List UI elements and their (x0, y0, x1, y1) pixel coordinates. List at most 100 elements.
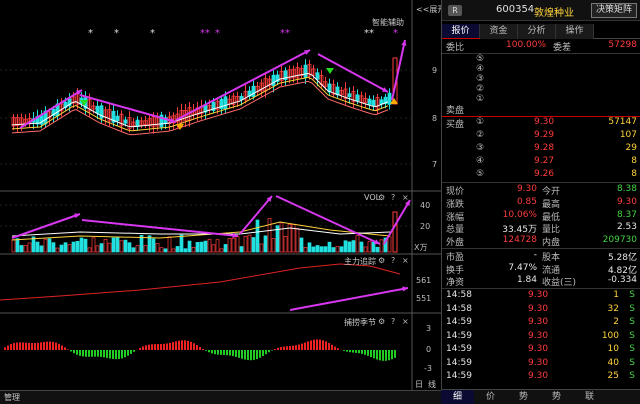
candle-body (123, 119, 128, 124)
stat-label: 最高 (542, 199, 561, 210)
buy-price: 9.26 (534, 169, 555, 179)
volume-bar (319, 246, 324, 253)
signal-star: * (150, 28, 155, 39)
close-icon[interactable]: × (402, 193, 409, 202)
buy-price: 9.28 (534, 143, 555, 153)
volume-bar (259, 243, 264, 253)
trade-price: 9.30 (528, 330, 549, 341)
gear-icon[interactable]: ⚙ (378, 193, 385, 202)
manage-button[interactable]: 管理 (4, 392, 20, 403)
close-icon[interactable]: × (402, 317, 409, 326)
season-bar (379, 350, 381, 361)
season-bar (127, 350, 129, 356)
volume-bar (331, 247, 336, 253)
bottom-tab-trend2[interactable]: 势 (540, 390, 573, 404)
season-bar (67, 349, 69, 350)
season-bar (124, 350, 126, 358)
tab-quote[interactable]: 报价 (442, 24, 480, 39)
info-value: - (533, 250, 537, 260)
bottom-tab-detail[interactable]: 细 (441, 390, 474, 404)
bottom-tab-trend[interactable]: 势 (507, 390, 540, 404)
volume-bar (379, 239, 384, 253)
season-bar (223, 350, 225, 356)
volume-bar (311, 246, 316, 253)
day-button[interactable]: 日 (415, 379, 423, 390)
line-button[interactable]: 线 (428, 379, 436, 390)
season-bar (130, 350, 132, 354)
tab-analysis[interactable]: 分析 (518, 24, 556, 39)
volume-bar (392, 211, 398, 253)
help-icon[interactable]: ? (391, 193, 395, 202)
buy-volume: 8 (631, 156, 637, 166)
status-bar: 管理 (0, 390, 441, 404)
season-bar (79, 350, 81, 356)
volume-bar (179, 234, 184, 253)
close-icon[interactable]: × (402, 256, 409, 265)
season-bar (52, 341, 54, 350)
season-bar (28, 342, 30, 350)
season-label: 捕捞季节 (344, 318, 376, 327)
volume-bar (327, 241, 332, 253)
sell-level-row: ④ (442, 64, 640, 74)
season-bar (268, 350, 270, 353)
season-bar (388, 350, 390, 361)
season-bar (283, 346, 285, 350)
info-value: -0.334 (607, 275, 637, 285)
season-bar (160, 344, 162, 350)
stat-label: 涨跌 (446, 199, 465, 210)
bottom-tab-price[interactable]: 价 (474, 390, 507, 404)
buy-volume: 29 (625, 143, 637, 153)
kline-chart-area[interactable]: <<展开 智能辅助 * * * ** * ** ** * 9 8 7 VOL ⚙ ? × 40… (0, 0, 445, 390)
volume-bar (47, 238, 52, 253)
info-label: 收益(三) (542, 278, 577, 288)
season-bar (274, 349, 276, 350)
buy-volume: 107 (619, 130, 637, 140)
volume-bar (23, 245, 28, 253)
season-bar (292, 345, 294, 350)
season-bar (70, 350, 72, 352)
stat-value: 9.30 (516, 184, 537, 194)
info-row: 市盈 - 股本 5.28亿 (442, 250, 640, 263)
trade-side: S (629, 344, 635, 354)
help-icon[interactable]: ? (391, 256, 395, 265)
volume-bar (203, 240, 208, 253)
trade-price: 9.30 (528, 303, 549, 314)
help-icon[interactable]: ? (391, 317, 395, 326)
volume-bar (271, 238, 276, 253)
trade-volume: 100 (601, 330, 619, 341)
volume-bar (335, 246, 340, 253)
candle-body (347, 93, 352, 98)
vol-tick: 40 (420, 201, 431, 210)
trade-volume: 32 (607, 303, 619, 314)
volume-bar (135, 245, 140, 253)
volume-bar (191, 246, 196, 253)
season-bar (211, 350, 213, 354)
season-bar (325, 341, 327, 350)
tab-operate[interactable]: 操作 (556, 24, 594, 39)
panel-tabs: 报价 资金 分析 操作 (442, 24, 640, 39)
gear-icon[interactable]: ⚙ (378, 256, 385, 265)
bottom-tab-link[interactable]: 联 (573, 390, 606, 404)
candle-body (371, 99, 376, 107)
season-bar (115, 350, 117, 360)
season-bar (376, 350, 378, 360)
info-label: 净资 (446, 278, 465, 288)
season-bar (394, 350, 396, 358)
quote-header: R 600354 敦煌种业 决策矩阵 (442, 0, 640, 21)
stat-value: 8.37 (616, 209, 637, 220)
decision-matrix-button[interactable]: 决策矩阵 (590, 3, 637, 18)
volume-bar (347, 241, 352, 253)
tab-funds[interactable]: 资金 (480, 24, 518, 39)
volume-bar (323, 246, 328, 253)
season-bar (10, 344, 12, 350)
stat-value: 124728 (502, 235, 537, 246)
season-bar (244, 350, 246, 360)
season-bar (25, 342, 27, 350)
volume-bar (127, 242, 132, 253)
stat-label: 总量 (446, 225, 465, 236)
gear-icon[interactable]: ⚙ (378, 317, 385, 326)
buy-price: 9.27 (534, 156, 555, 166)
trend-arrow (19, 89, 83, 129)
stat-value: 2.53 (616, 222, 637, 233)
season-bar (190, 341, 192, 350)
